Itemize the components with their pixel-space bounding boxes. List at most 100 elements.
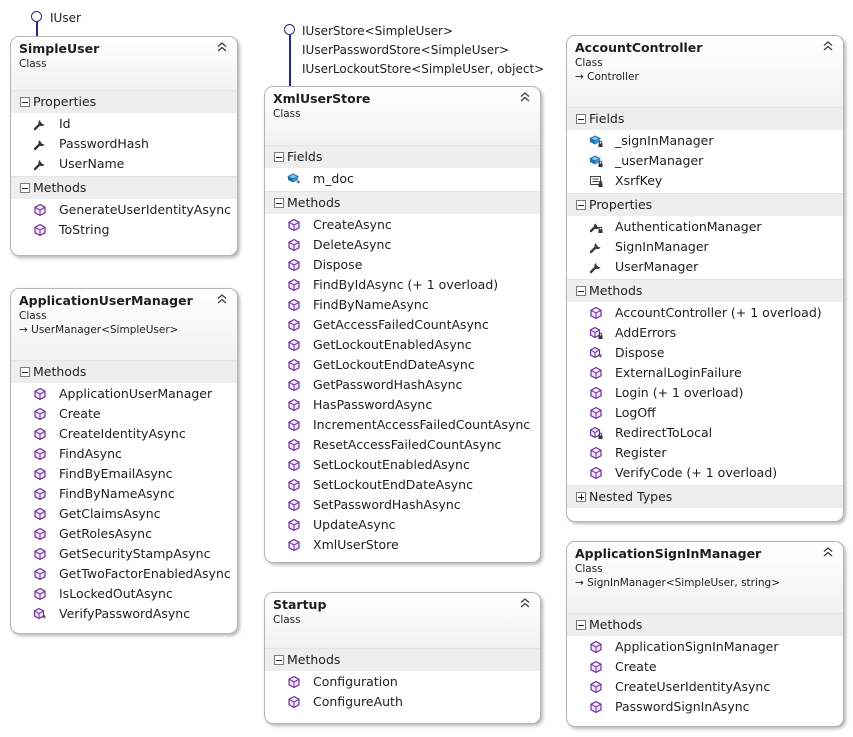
section-header-methods[interactable]: Methods xyxy=(11,360,237,383)
method-item[interactable]: FindAsync xyxy=(11,444,237,464)
method-item[interactable]: VerifyCode (+ 1 overload) xyxy=(567,463,843,483)
collapse-chevron-icon[interactable] xyxy=(216,293,228,305)
collapse-toggle-icon[interactable] xyxy=(576,620,586,630)
class-header: ApplicationSignInManager Class → SignInM… xyxy=(567,542,843,613)
collapse-chevron-icon[interactable] xyxy=(519,597,531,609)
collapse-toggle-icon[interactable] xyxy=(274,198,284,208)
field-item[interactable]: _userManager xyxy=(567,151,843,171)
class-box-xml-user-store[interactable]: XmlUserStore Class Fields * m_doc Methods… xyxy=(264,86,541,563)
section-header-nested-types[interactable]: Nested Types xyxy=(567,485,843,508)
method-item[interactable]: GetSecurityStampAsync xyxy=(11,544,237,564)
class-box-application-sign-in-manager[interactable]: ApplicationSignInManager Class → SignInM… xyxy=(566,541,844,727)
section-header-methods[interactable]: Methods xyxy=(265,191,540,214)
method-item[interactable]: UpdateAsync xyxy=(265,515,540,535)
method-item[interactable]: CreateIdentityAsync xyxy=(11,424,237,444)
propertie-item[interactable]: AuthenticationManager xyxy=(567,217,843,237)
method-item[interactable]: FindByNameAsync xyxy=(11,484,237,504)
collapse-toggle-icon[interactable] xyxy=(20,183,30,193)
member-label: Register xyxy=(615,445,667,460)
method-item[interactable]: ExternalLoginFailure xyxy=(567,363,843,383)
method-icon xyxy=(33,507,47,521)
section-header-properties[interactable]: Properties xyxy=(11,90,237,113)
method-item[interactable]: * Dispose xyxy=(567,343,843,363)
class-box-account-controller[interactable]: AccountController Class → Controller Fie… xyxy=(566,35,844,522)
section-header-methods[interactable]: Methods xyxy=(265,648,540,671)
section-header-fields[interactable]: Fields xyxy=(567,107,843,130)
propertie-item[interactable]: Id xyxy=(11,114,237,134)
method-item[interactable]: ToString xyxy=(11,220,237,240)
collapse-chevron-icon[interactable] xyxy=(519,91,531,103)
method-item[interactable]: FindByNameAsync xyxy=(265,295,540,315)
expand-toggle-icon[interactable] xyxy=(576,492,586,502)
section-header-methods[interactable]: Methods xyxy=(567,279,843,302)
method-item[interactable]: Register xyxy=(567,443,843,463)
section-header-methods[interactable]: Methods xyxy=(11,176,237,199)
propertie-item[interactable]: UserManager xyxy=(567,257,843,277)
member-label: HasPasswordAsync xyxy=(313,397,433,412)
method-item[interactable]: Dispose xyxy=(265,255,540,275)
collapse-toggle-icon[interactable] xyxy=(576,286,586,296)
propertie-item[interactable]: PasswordHash xyxy=(11,134,237,154)
method-item[interactable]: * VerifyPasswordAsync xyxy=(11,604,237,624)
collapse-chevron-icon[interactable] xyxy=(822,546,834,558)
method-item[interactable]: GetClaimsAsync xyxy=(11,504,237,524)
xmluserstore-interface-lollipop xyxy=(284,24,296,86)
collapse-toggle-icon[interactable] xyxy=(274,152,284,162)
section-header-methods[interactable]: Methods xyxy=(567,613,843,636)
field-item[interactable]: * m_doc xyxy=(265,169,540,189)
method-item[interactable]: XmlUserStore xyxy=(265,535,540,555)
method-item[interactable]: HasPasswordAsync xyxy=(265,395,540,415)
method-item[interactable]: GetTwoFactorEnabledAsync xyxy=(11,564,237,584)
method-item[interactable]: Configuration xyxy=(265,672,540,692)
method-item[interactable]: SetLockoutEnabledAsync xyxy=(265,455,540,475)
method-item[interactable]: GetLockoutEnabledAsync xyxy=(265,335,540,355)
collapse-toggle-icon[interactable] xyxy=(576,200,586,210)
method-item[interactable]: ConfigureAuth xyxy=(265,692,540,712)
method-item[interactable]: SetPasswordHashAsync xyxy=(265,495,540,515)
field-item[interactable]: _signInManager xyxy=(567,131,843,151)
method-item[interactable]: PasswordSignInAsync xyxy=(567,697,843,717)
method-icon xyxy=(287,695,301,709)
collapse-chevron-icon[interactable] xyxy=(216,41,228,53)
collapse-toggle-icon[interactable] xyxy=(20,367,30,377)
method-item[interactable]: ApplicationUserManager xyxy=(11,384,237,404)
method-item[interactable]: FindByIdAsync (+ 1 overload) xyxy=(265,275,540,295)
method-item[interactable]: SetLockoutEndDateAsync xyxy=(265,475,540,495)
member-list: AccountController (+ 1 overload) AddError… xyxy=(567,302,843,485)
method-item[interactable]: CreateAsync xyxy=(265,215,540,235)
method-item[interactable]: Create xyxy=(567,657,843,677)
method-item[interactable]: GetAccessFailedCountAsync xyxy=(265,315,540,335)
collapse-toggle-icon[interactable] xyxy=(20,97,30,107)
inherits-arrow-icon: → xyxy=(575,577,588,589)
collapse-toggle-icon[interactable] xyxy=(274,655,284,665)
field-item[interactable]: XsrfKey xyxy=(567,171,843,191)
collapse-chevron-icon[interactable] xyxy=(822,40,834,52)
method-item[interactable]: AddErrors xyxy=(567,323,843,343)
method-item[interactable]: RedirectToLocal xyxy=(567,423,843,443)
method-item[interactable]: Create xyxy=(11,404,237,424)
section-header-properties[interactable]: Properties xyxy=(567,193,843,216)
section-header-fields[interactable]: Fields xyxy=(265,145,540,168)
method-item[interactable]: IncrementAccessFailedCountAsync xyxy=(265,415,540,435)
method-item[interactable]: AccountController (+ 1 overload) xyxy=(567,303,843,323)
method-item[interactable]: DeleteAsync xyxy=(265,235,540,255)
method-item[interactable]: FindByEmailAsync xyxy=(11,464,237,484)
method-item[interactable]: CreateUserIdentityAsync xyxy=(567,677,843,697)
method-item[interactable]: GetPasswordHashAsync xyxy=(265,375,540,395)
collapse-toggle-icon[interactable] xyxy=(576,114,586,124)
method-item[interactable]: ResetAccessFailedCountAsync xyxy=(265,435,540,455)
method-item[interactable]: ApplicationSignInManager xyxy=(567,637,843,657)
propertie-item[interactable]: SignInManager xyxy=(567,237,843,257)
method-item[interactable]: IsLockedOutAsync xyxy=(11,584,237,604)
class-box-startup[interactable]: Startup Class Methods Configuration Confi… xyxy=(264,592,541,724)
member-label: SetPasswordHashAsync xyxy=(313,497,461,512)
class-box-application-user-manager[interactable]: ApplicationUserManager Class → UserManag… xyxy=(10,288,238,634)
method-item[interactable]: GetLockoutEndDateAsync xyxy=(265,355,540,375)
method-item[interactable]: GenerateUserIdentityAsync xyxy=(11,200,237,220)
method-item[interactable]: LogOff xyxy=(567,403,843,423)
method-item[interactable]: GetRolesAsync xyxy=(11,524,237,544)
member-label: FindByIdAsync (+ 1 overload) xyxy=(313,277,499,292)
class-box-simple-user[interactable]: SimpleUser Class Properties Id PasswordHa… xyxy=(10,36,238,256)
propertie-item[interactable]: UserName xyxy=(11,154,237,174)
method-item[interactable]: Login (+ 1 overload) xyxy=(567,383,843,403)
